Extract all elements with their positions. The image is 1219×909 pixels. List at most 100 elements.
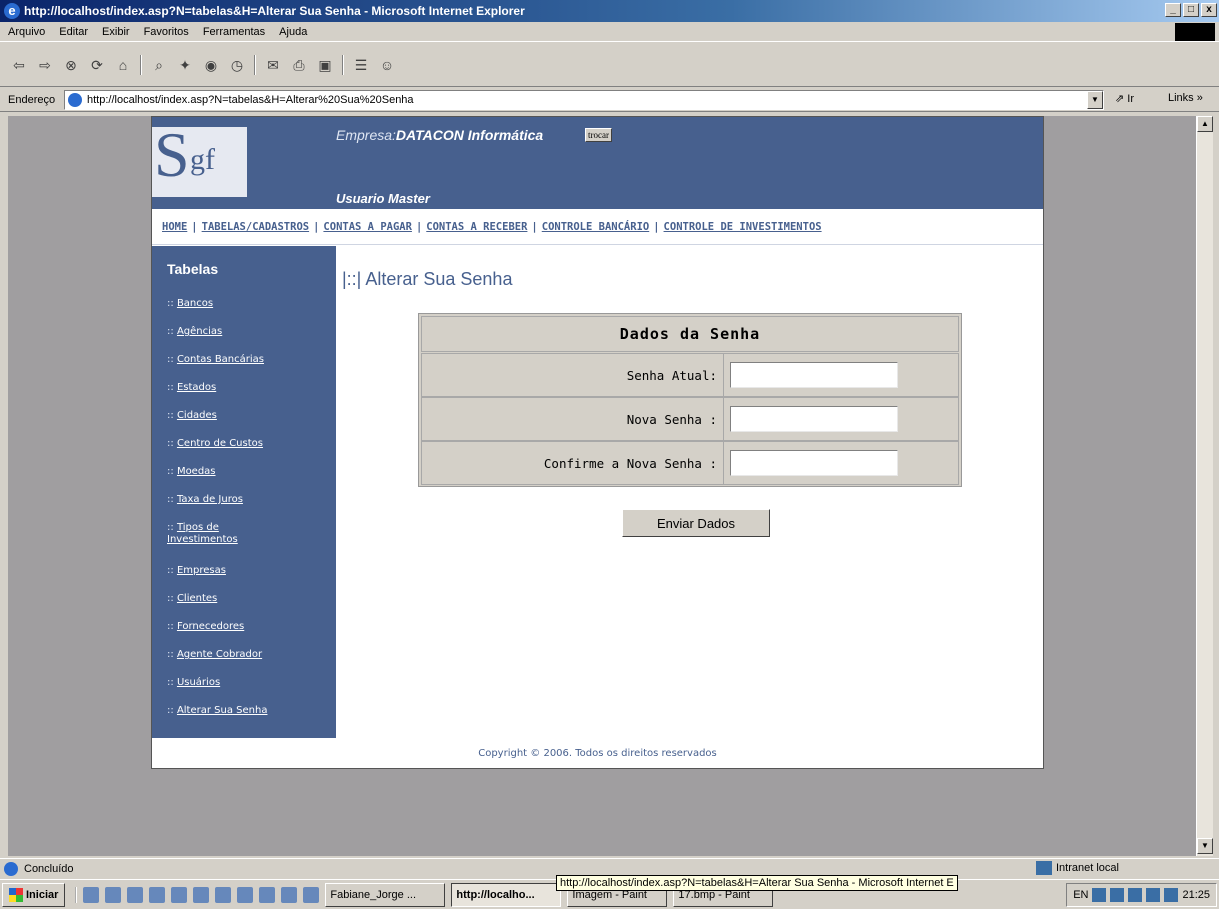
nav-tabelas-cadastros[interactable]: TABELAS/CADASTROS (202, 221, 309, 233)
stop-icon[interactable]: ⊗ (62, 56, 80, 74)
confirm-password-input[interactable] (730, 450, 898, 476)
address-label: Endereço (8, 93, 56, 106)
messenger-icon[interactable]: ☺ (378, 56, 396, 74)
language-indicator[interactable]: EN (1073, 889, 1088, 901)
logo-letters-gf: gf (190, 143, 215, 176)
sidebar-item-contas-bancarias[interactable]: :: Contas Bancárias (167, 354, 327, 366)
nav-home[interactable]: HOME (162, 221, 187, 233)
main-nav: HOME | TABELAS/CADASTROS | CONTAS A PAGAR |… (152, 209, 1043, 245)
nav-controle-bancario[interactable]: CONTROLE BANCÁRIO (542, 221, 649, 233)
menu-ajuda[interactable]: Ajuda (279, 26, 307, 38)
form-row-new-password: Nova Senha : (421, 397, 959, 441)
status-text: Concluído (24, 862, 74, 875)
sidebar-item-usuarios[interactable]: :: Usuários (167, 677, 327, 689)
sidebar-item-taxa-de-juros[interactable]: :: Taxa de Juros (167, 494, 327, 506)
media-icon[interactable]: ◉ (202, 56, 220, 74)
address-dropdown-icon[interactable]: ▼ (1087, 91, 1103, 109)
edit-icon[interactable]: ▣ (316, 56, 334, 74)
logo-letter-s: S (154, 119, 190, 190)
window-controls: _ □ x (1165, 3, 1217, 17)
forward-icon[interactable]: ⇨ (36, 56, 54, 74)
scroll-up-icon[interactable]: ▲ (1197, 116, 1213, 132)
mail-icon[interactable]: ✉ (264, 56, 282, 74)
quick-launch-icon[interactable] (105, 886, 122, 903)
address-input[interactable]: http://localhost/index.asp?N=tabelas&H=A… (64, 90, 1104, 110)
current-password-input[interactable] (730, 362, 898, 388)
quick-launch-icon[interactable] (171, 886, 188, 903)
sidebar-item-estados[interactable]: :: Estados (167, 382, 327, 394)
minimize-button[interactable]: _ (1165, 3, 1181, 17)
back-icon[interactable]: ⇦ (10, 56, 28, 74)
quick-launch-icon[interactable] (149, 886, 166, 903)
taskbar-item-word[interactable]: Fabiane_Jorge ... (325, 882, 446, 907)
page-icon (68, 93, 82, 107)
scroll-down-icon[interactable]: ▼ (1197, 838, 1213, 854)
quick-launch-icon[interactable] (259, 886, 276, 903)
site-container: S gf Empresa:DATACON Informática trocar … (151, 116, 1044, 769)
sidebar-item-clientes[interactable]: :: Clientes (167, 593, 327, 605)
sidebar-item-alterar-sua-senha[interactable]: :: Alterar Sua Senha (167, 705, 327, 717)
menu-ferramentas[interactable]: Ferramentas (203, 26, 265, 38)
toolbar-separator (140, 54, 142, 75)
vertical-scrollbar[interactable]: ▲ ▼ (1196, 116, 1213, 856)
ie-quick-launch-icon[interactable] (281, 886, 298, 903)
sidebar-item-agente-cobrador[interactable]: :: Agente Cobrador (167, 649, 327, 661)
company-info: Empresa:DATACON Informática (336, 127, 543, 143)
toolbar-separator (254, 54, 256, 75)
page-title: |::| Alterar Sua Senha (342, 269, 513, 289)
user-name: Usuario Master (336, 191, 430, 206)
show-desktop-icon[interactable] (83, 886, 100, 903)
print-icon[interactable]: ⎙ (290, 56, 308, 74)
tray-icon[interactable] (1164, 888, 1179, 902)
volume-icon[interactable] (1110, 888, 1125, 902)
menu-exibir[interactable]: Exibir (102, 26, 130, 38)
new-password-input[interactable] (730, 406, 898, 432)
links-button[interactable]: Links » (1168, 92, 1203, 104)
close-button[interactable]: x (1201, 3, 1217, 17)
quick-launch-icon[interactable] (237, 886, 254, 903)
sidebar-item-centro-de-custos[interactable]: :: Centro de Custos (167, 438, 327, 450)
sidebar-item-empresas[interactable]: :: Empresas (167, 565, 327, 577)
search-icon[interactable]: ⌕ (150, 56, 168, 74)
nav-contas-a-pagar[interactable]: CONTAS A PAGAR (323, 221, 412, 233)
change-company-button[interactable]: trocar (585, 128, 612, 142)
submit-button[interactable]: Enviar Dados (622, 509, 770, 537)
nav-contas-a-receber[interactable]: CONTAS A RECEBER (426, 221, 527, 233)
sidebar: Tabelas :: Bancos :: Agências :: Contas … (152, 246, 336, 738)
menu-arquivo[interactable]: Arquivo (8, 26, 45, 38)
toolbar: ⇦ ⇨ ⊗ ⟳ ⌂ ⌕ ✦ ◉ ◷ ✉ ⎙ ▣ ☰ ☺ (0, 43, 1219, 87)
home-icon[interactable]: ⌂ (114, 56, 132, 74)
tray-icon[interactable] (1146, 888, 1161, 902)
new-password-label: Nova Senha : (422, 398, 724, 440)
quick-launch-icon[interactable] (193, 886, 210, 903)
security-zone: Intranet local (1036, 861, 1119, 875)
messenger-quick-launch-icon[interactable] (303, 886, 320, 903)
sidebar-item-bancos[interactable]: :: Bancos (167, 298, 327, 310)
sidebar-title: Tabelas (167, 261, 219, 277)
start-button[interactable]: Iniciar (2, 882, 66, 907)
nav-controle-investimentos[interactable]: CONTROLE DE INVESTIMENTOS (664, 221, 822, 233)
sidebar-item-agencias[interactable]: :: Agências (167, 326, 327, 338)
sidebar-item-tipos-de-investimentos[interactable]: :: Tipos de Investimentos (167, 522, 267, 546)
sidebar-item-cidades[interactable]: :: Cidades (167, 410, 327, 422)
menu-bar: Arquivo Editar Exibir Favoritos Ferramen… (0, 22, 1219, 42)
sidebar-item-moedas[interactable]: :: Moedas (167, 466, 327, 478)
taskbar-item-ie[interactable]: http://localho... (451, 882, 562, 907)
history-icon[interactable]: ◷ (228, 56, 246, 74)
form-header: Dados da Senha (421, 316, 959, 352)
go-button[interactable]: ⇗ Ir (1115, 92, 1134, 105)
quick-launch-icon[interactable] (215, 886, 232, 903)
menu-favoritos[interactable]: Favoritos (144, 26, 189, 38)
sidebar-item-fornecedores[interactable]: :: Fornecedores (167, 621, 327, 633)
confirm-password-label: Confirme a Nova Senha : (422, 442, 724, 484)
toolbar-separator (342, 54, 344, 75)
menu-editar[interactable]: Editar (59, 26, 88, 38)
discuss-icon[interactable]: ☰ (352, 56, 370, 74)
quick-launch-icon[interactable] (127, 886, 144, 903)
maximize-button[interactable]: □ (1183, 3, 1199, 17)
refresh-icon[interactable]: ⟳ (88, 56, 106, 74)
favorites-icon[interactable]: ✦ (176, 56, 194, 74)
window-title-bar[interactable]: e http://localhost/index.asp?N=tabelas&H… (0, 0, 1219, 22)
tray-icon[interactable] (1092, 888, 1107, 902)
tray-icon[interactable] (1128, 888, 1143, 902)
